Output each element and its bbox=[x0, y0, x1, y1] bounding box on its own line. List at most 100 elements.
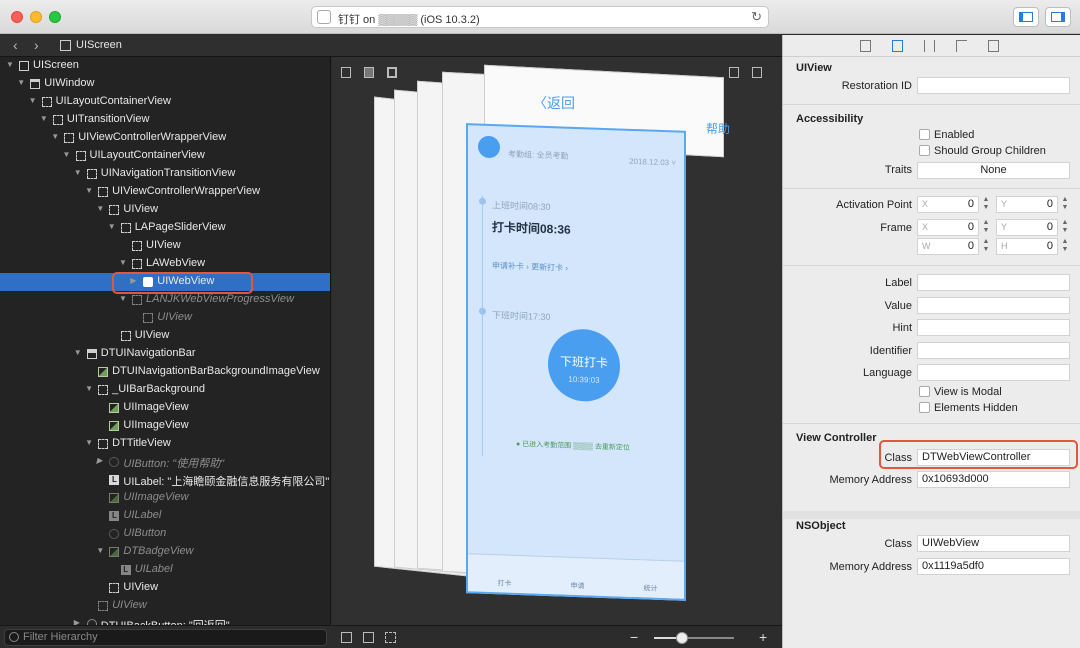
zoom-slider[interactable] bbox=[654, 632, 734, 644]
zoom-window-button[interactable] bbox=[49, 11, 61, 23]
wireframe-icon[interactable] bbox=[363, 632, 374, 643]
hierarchy-row[interactable]: UIImageView bbox=[0, 417, 330, 435]
show-constraints-icon[interactable] bbox=[364, 67, 374, 78]
accessibility-identifier-field[interactable] bbox=[917, 342, 1070, 359]
hierarchy-row[interactable]: UIImageView bbox=[0, 399, 330, 417]
accessibility-label-field[interactable] bbox=[917, 274, 1070, 291]
filter-hierarchy-input[interactable]: Filter Hierarchy bbox=[4, 629, 327, 646]
restoration-id-field[interactable] bbox=[917, 77, 1070, 94]
hierarchy-row[interactable]: ▼ UILayoutContainerView bbox=[0, 147, 330, 165]
hierarchy-row[interactable]: ▼ DTUINavigationBar bbox=[0, 345, 330, 363]
accessibility-language-field[interactable] bbox=[917, 364, 1070, 381]
traits-field[interactable]: None bbox=[917, 162, 1070, 179]
object-inspector-icon[interactable] bbox=[892, 40, 903, 52]
hierarchy-row[interactable]: ▼ DTBadgeView bbox=[0, 543, 330, 561]
accessibility-value-field[interactable] bbox=[917, 297, 1070, 314]
hierarchy-row[interactable]: ▼ UIWindow bbox=[0, 75, 330, 93]
file-inspector-icon[interactable] bbox=[860, 40, 871, 52]
hierarchy-row[interactable]: ▼ LAWebView bbox=[0, 255, 330, 273]
disclosure-open-icon[interactable]: ▼ bbox=[108, 222, 116, 231]
hierarchy-row[interactable]: L UILabel: "上海瞻颐金融信息服务有限公司" bbox=[0, 471, 330, 489]
vc-memory-field[interactable]: 0x10693d000 bbox=[917, 471, 1070, 488]
hierarchy-row[interactable]: ▼ LAPageSliderView bbox=[0, 219, 330, 237]
layout-inspector-icon[interactable] bbox=[956, 40, 967, 52]
disclosure-open-icon[interactable]: ▼ bbox=[85, 438, 93, 447]
fit-icon[interactable] bbox=[341, 632, 352, 643]
hierarchy-row[interactable]: L UILabel bbox=[0, 561, 330, 579]
hierarchy-row[interactable]: UIView bbox=[0, 309, 330, 327]
disclosure-open-icon[interactable]: ▼ bbox=[119, 294, 127, 303]
frame-icon[interactable] bbox=[387, 67, 397, 78]
toggle-inspector-button[interactable] bbox=[1045, 7, 1071, 27]
elements-hidden-checkbox[interactable] bbox=[919, 402, 930, 413]
zoom-in-button[interactable]: + bbox=[759, 629, 767, 645]
device-icon[interactable] bbox=[729, 67, 739, 78]
close-window-button[interactable] bbox=[11, 11, 23, 23]
hierarchy-row[interactable]: ▼ UILayoutContainerView bbox=[0, 93, 330, 111]
group-children-checkbox[interactable] bbox=[919, 145, 930, 156]
hierarchy-row[interactable]: ▼ UIView bbox=[0, 201, 330, 219]
view-is-modal-checkbox[interactable] bbox=[919, 386, 930, 397]
hierarchy-row[interactable]: ▼ UIScreen bbox=[0, 57, 330, 75]
hierarchy-row[interactable]: UIView bbox=[0, 597, 330, 615]
disclosure-open-icon[interactable]: ▼ bbox=[85, 384, 93, 393]
stepper-icon[interactable]: ▲ ▼ bbox=[981, 196, 991, 213]
hierarchy-row[interactable]: ▼ UINavigationTransitionView bbox=[0, 165, 330, 183]
disclosure-closed-icon[interactable]: ▶ bbox=[74, 618, 80, 625]
forward-chevron-icon[interactable]: › bbox=[34, 37, 39, 53]
frame-w-field[interactable]: W0 bbox=[917, 238, 979, 255]
disclosure-open-icon[interactable]: ▼ bbox=[40, 114, 48, 123]
disclosure-open-icon[interactable]: ▼ bbox=[51, 132, 59, 141]
enabled-checkbox[interactable] bbox=[919, 129, 930, 140]
disclosure-open-icon[interactable]: ▼ bbox=[96, 546, 104, 555]
stepper-icon[interactable]: ▲ ▼ bbox=[981, 219, 991, 236]
hierarchy-row[interactable]: L UILabel bbox=[0, 507, 330, 525]
stepper-icon[interactable]: ▲ ▼ bbox=[1060, 219, 1070, 236]
disclosure-open-icon[interactable]: ▼ bbox=[74, 348, 82, 357]
zoom-out-button[interactable]: − bbox=[630, 629, 638, 645]
activation-x-field[interactable]: X0 bbox=[917, 196, 979, 213]
hierarchy-row[interactable]: ▼ DTTitleView bbox=[0, 435, 330, 453]
frame-y-field[interactable]: Y0 bbox=[996, 219, 1058, 236]
size-inspector-icon[interactable] bbox=[924, 40, 935, 52]
disclosure-open-icon[interactable]: ▼ bbox=[63, 150, 71, 159]
hierarchy-row[interactable]: UIButton bbox=[0, 525, 330, 543]
hierarchy-row[interactable]: ▼ _UIBarBackground bbox=[0, 381, 330, 399]
stepper-icon[interactable]: ▲ ▼ bbox=[1060, 238, 1070, 255]
disclosure-closed-icon[interactable]: ▶ bbox=[96, 456, 102, 465]
back-chevron-icon[interactable]: ‹ bbox=[13, 37, 18, 53]
disclosure-open-icon[interactable]: ▼ bbox=[29, 96, 37, 105]
disclosure-open-icon[interactable]: ▼ bbox=[74, 168, 82, 177]
activation-y-field[interactable]: Y0 bbox=[996, 196, 1058, 213]
disclosure-open-icon[interactable]: ▼ bbox=[119, 258, 127, 267]
stepper-icon[interactable]: ▲ ▼ bbox=[981, 238, 991, 255]
frame-h-field[interactable]: H0 bbox=[996, 238, 1058, 255]
minimize-window-button[interactable] bbox=[30, 11, 42, 23]
hierarchy-row[interactable]: UIView bbox=[0, 579, 330, 597]
reload-icon[interactable]: ↻ bbox=[751, 9, 762, 25]
hierarchy-row[interactable]: ▶ UIButton: "使用帮助" bbox=[0, 453, 330, 471]
toggle-navigator-button[interactable] bbox=[1013, 7, 1039, 27]
layers-inspector-icon[interactable] bbox=[988, 40, 999, 52]
zoom-slider-knob[interactable] bbox=[676, 632, 688, 644]
hierarchy-row[interactable]: DTUINavigationBarBackgroundImageView bbox=[0, 363, 330, 381]
hierarchy-row[interactable]: ▼ UIViewControllerWrapperView bbox=[0, 183, 330, 201]
stepper-icon[interactable]: ▲ ▼ bbox=[1060, 196, 1070, 213]
orientation-icon[interactable] bbox=[752, 67, 762, 78]
accessibility-hint-field[interactable] bbox=[917, 319, 1070, 336]
disclosure-open-icon[interactable]: ▼ bbox=[6, 60, 14, 69]
selected-webview-layer[interactable]: 考勤组: 全员考勤 2018.12.03 ˅ 上班时间08:30 打卡时间08:… bbox=[466, 123, 686, 601]
ns-class-field[interactable]: UIWebView bbox=[917, 535, 1070, 552]
show-clipped-icon[interactable] bbox=[341, 67, 351, 78]
breadcrumb[interactable]: UIScreen bbox=[76, 39, 122, 51]
hierarchy-row[interactable]: UIImageView bbox=[0, 489, 330, 507]
hierarchy-row[interactable]: ▼ UIViewControllerWrapperView bbox=[0, 129, 330, 147]
view-debugger-canvas[interactable]: 考勤组: 全员考勤 2018.12.03 ˅ 上班时间08:30 打卡时间08:… bbox=[332, 57, 782, 625]
ns-memory-field[interactable]: 0x1119a5df0 bbox=[917, 558, 1070, 575]
disclosure-open-icon[interactable]: ▼ bbox=[96, 204, 104, 213]
hierarchy-row[interactable]: ▶ DTUIBackButton: "回返回" bbox=[0, 615, 330, 625]
frame-x-field[interactable]: X0 bbox=[917, 219, 979, 236]
contents-icon[interactable] bbox=[385, 632, 396, 643]
hierarchy-row[interactable]: ▼ UITransitionView bbox=[0, 111, 330, 129]
hierarchy-row[interactable]: UIView bbox=[0, 237, 330, 255]
